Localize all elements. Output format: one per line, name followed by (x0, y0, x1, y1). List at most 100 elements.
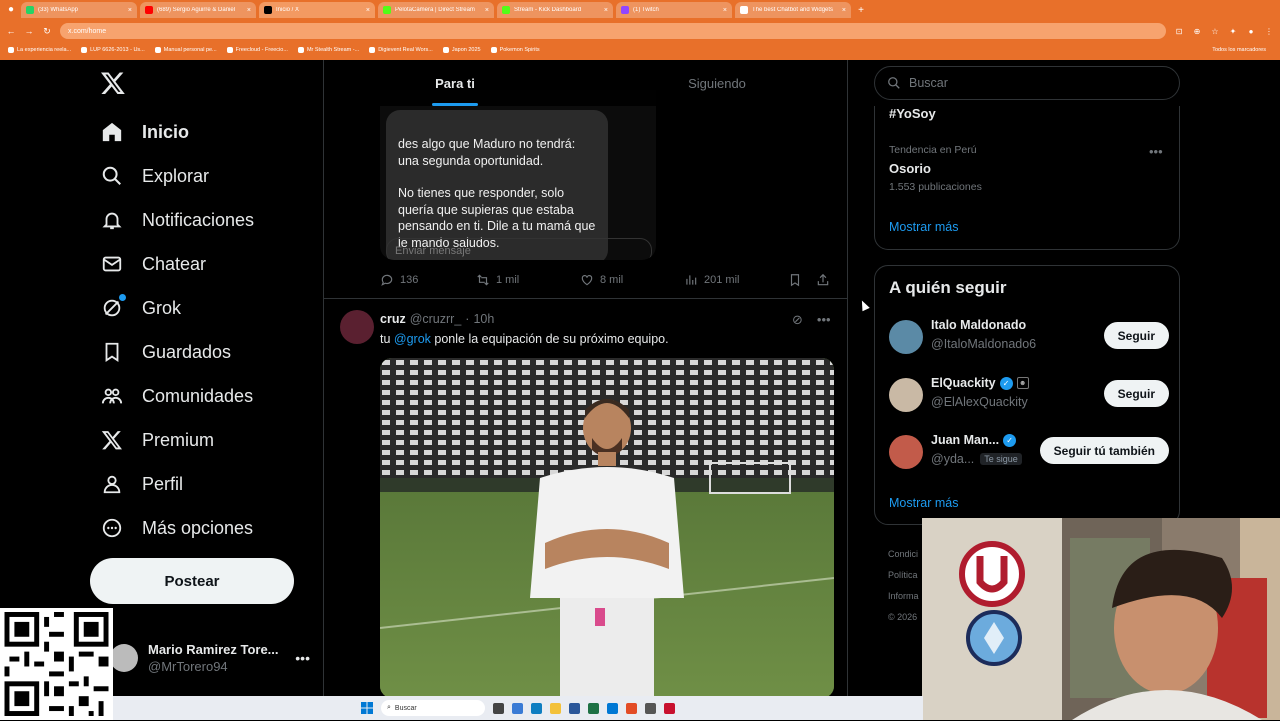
bookmark-item[interactable]: La experiencia reela... (8, 47, 71, 53)
bookmark-label: Freecloud - Freecio... (235, 47, 288, 53)
forward-icon[interactable]: → (24, 26, 34, 36)
close-icon[interactable]: × (842, 7, 846, 14)
bookmark-item[interactable]: Japon 2025 (442, 47, 481, 53)
zoom-icon[interactable]: ⊕ (1192, 27, 1202, 36)
post-button[interactable]: Postear (90, 558, 294, 604)
author-handle[interactable]: @cruzrr_ (410, 312, 462, 326)
browser-tab[interactable]: (689) Sergio Aguirre & Daniel × (140, 2, 256, 18)
extensions-icon[interactable]: ✦ (1228, 27, 1238, 36)
tweet-media-photo[interactable] (380, 358, 834, 698)
back-icon[interactable]: ← (6, 26, 16, 36)
nav-item-inicio[interactable]: Inicio (100, 112, 189, 152)
more-icon[interactable]: ••• (1149, 144, 1163, 159)
app-icon[interactable] (645, 702, 656, 714)
footer-link[interactable]: Condici (888, 544, 919, 565)
search-input[interactable]: Buscar (874, 66, 1180, 100)
browser-tab[interactable]: Inicio / X × (259, 2, 375, 18)
avatar[interactable] (889, 378, 923, 412)
tab-siguiendo[interactable]: Siguiendo (586, 60, 847, 106)
tweet-media-screenshot[interactable]: des algo que Maduro no tendrá: una segun… (380, 90, 656, 260)
follow-button[interactable]: Seguir (1103, 322, 1169, 349)
task-view-icon[interactable] (493, 702, 504, 714)
tweet-header-actions: ⊘ ••• (792, 312, 831, 328)
close-icon[interactable]: × (247, 7, 251, 14)
obs-icon[interactable] (664, 702, 675, 714)
close-icon[interactable]: × (128, 7, 132, 14)
trend-item[interactable]: Osorio (889, 161, 931, 176)
follow-back-button[interactable]: Seguir tú también (1039, 437, 1169, 464)
nav-item-chatear[interactable]: Chatear (100, 244, 206, 284)
url-bar[interactable]: x.com/home (60, 23, 1166, 39)
follow-suggestion[interactable]: Juan Man... ✓ @yda... Te sigue Seguir tú… (889, 433, 1169, 473)
nav-item-explorar[interactable]: Explorar (100, 156, 209, 196)
views-button[interactable]: 201 mil (684, 273, 788, 287)
tab-para-ti[interactable]: Para ti (324, 60, 586, 106)
new-tab-button[interactable]: + (854, 5, 868, 16)
nav-item-comunidades[interactable]: Comunidades (100, 376, 253, 416)
store-icon[interactable] (607, 702, 618, 714)
file-explorer-icon[interactable] (550, 702, 561, 714)
reply-button[interactable]: 136 (380, 273, 476, 287)
widgets-icon[interactable] (512, 702, 523, 714)
share-button[interactable] (816, 273, 830, 287)
browser-tab[interactable]: PelotaCamera | Direct Stream × (378, 2, 494, 18)
nav-item-premium[interactable]: Premium (100, 420, 214, 460)
bookmark-favicon-icon (81, 47, 88, 53)
bookmark-item[interactable]: Pokemon Spirits (490, 47, 540, 53)
close-icon[interactable]: × (604, 7, 608, 14)
bookmark-item[interactable]: Manual personal pe... (154, 47, 217, 53)
nav-item-grok[interactable]: Grok (100, 288, 181, 328)
tweet-time[interactable]: 10h (473, 312, 494, 326)
nav-item-mas-opciones[interactable]: Más opciones (100, 508, 253, 548)
menu-icon[interactable]: ⋮ (1264, 27, 1274, 36)
close-icon[interactable]: × (485, 7, 489, 14)
windows-start-icon[interactable] (361, 702, 373, 714)
timeline: Para ti Siguiendo des algo que Maduro no… (323, 60, 848, 720)
account-switcher[interactable]: Mario Ramirez Tore... @MrTorero94 ••• (110, 636, 310, 680)
show-more-trends[interactable]: Mostrar más (889, 220, 958, 234)
follow-suggestion[interactable]: ElQuackity ✓ ☻ @ElAlexQuackity Seguir (889, 376, 1169, 416)
avatar[interactable] (340, 310, 374, 344)
grok-icon[interactable]: ⊘ (792, 312, 803, 328)
all-bookmarks[interactable]: Todos los marcadores (1212, 47, 1280, 53)
bookmark-button[interactable] (788, 273, 816, 287)
nav-item-guardados[interactable]: Guardados (100, 332, 231, 372)
more-icon[interactable]: ••• (817, 312, 831, 328)
taskbar-search[interactable]: ⌕ Buscar (381, 700, 485, 716)
mail-app-icon[interactable] (569, 702, 580, 714)
excel-icon[interactable] (588, 702, 599, 714)
avatar[interactable] (889, 320, 923, 354)
bookmark-item[interactable]: LUP 6626-2013 - Us... (81, 47, 145, 53)
follow-suggestion[interactable]: Italo Maldonado @ItaloMaldonado6 Seguir (889, 318, 1169, 358)
close-icon[interactable]: × (723, 7, 727, 14)
nav-item-perfil[interactable]: Perfil (100, 464, 183, 504)
more-icon[interactable]: ••• (295, 650, 310, 666)
close-icon[interactable]: × (366, 7, 370, 14)
browser-tab[interactable]: The best Chatbot and Widgets × (735, 2, 851, 18)
profile-icon[interactable]: ● (1246, 27, 1256, 36)
chrome-icon[interactable] (626, 702, 637, 714)
follow-button[interactable]: Seguir (1103, 380, 1169, 407)
bookmark-item[interactable]: Digievent Real Wors... (369, 47, 433, 53)
x-logo-icon[interactable] (100, 70, 126, 96)
footer-link[interactable]: Política (888, 565, 919, 586)
bookmark-item[interactable]: Freecloud - Freecio... (226, 47, 288, 53)
reload-icon[interactable]: ↻ (42, 26, 52, 37)
repost-button[interactable]: 1 mil (476, 273, 580, 287)
browser-menu-icon[interactable]: ● (4, 3, 18, 17)
install-icon[interactable]: ⊡ (1174, 27, 1184, 36)
author-name[interactable]: cruz (380, 312, 406, 326)
browser-tab[interactable]: (1) Twitch × (616, 2, 732, 18)
avatar[interactable] (889, 435, 923, 469)
like-button[interactable]: 8 mil (580, 273, 684, 287)
show-more-suggestions[interactable]: Mostrar más (889, 496, 958, 510)
edge-icon[interactable] (531, 702, 542, 714)
browser-tab[interactable]: Stream - Kick Dashboard × (497, 2, 613, 18)
star-icon[interactable]: ☆ (1210, 27, 1220, 36)
trend-item[interactable]: #YoSoy (889, 106, 936, 121)
mention-link[interactable]: @grok (394, 332, 431, 346)
bookmark-item[interactable]: Mr Stealth Stream -... (297, 47, 359, 53)
nav-item-notificaciones[interactable]: Notificaciones (100, 200, 254, 240)
browser-tab[interactable]: (33) WhatsApp × (21, 2, 137, 18)
footer-link[interactable]: Informa (888, 586, 919, 607)
